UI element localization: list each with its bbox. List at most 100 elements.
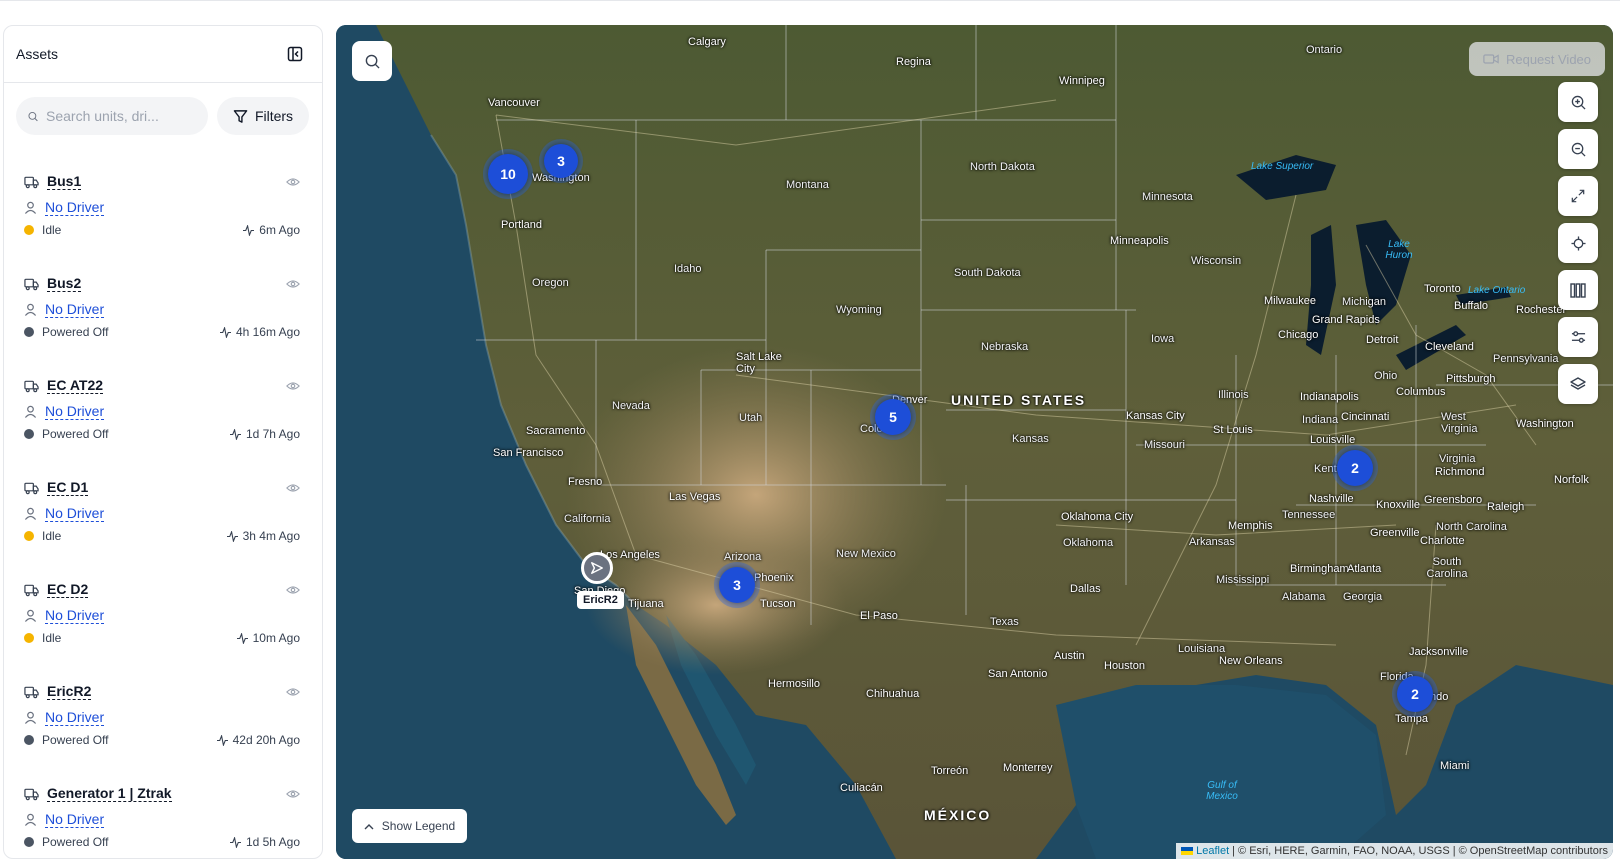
asset-item[interactable]: Bus2 No Driver Powered Off 4h 16m Ago (4, 261, 322, 363)
truck-icon (24, 686, 39, 698)
map-label-nebraska: Nebraska (981, 341, 1029, 353)
user-icon (24, 813, 37, 826)
request-video-label: Request Video (1505, 51, 1592, 67)
map-label-miami: Miami (1440, 760, 1470, 772)
map-label-tennessee: Tennessee (1282, 509, 1336, 521)
request-video-button[interactable]: Request Video (1469, 42, 1605, 76)
cluster-marker[interactable]: 2 (1332, 445, 1378, 491)
asset-name[interactable]: Bus1 (47, 173, 82, 190)
cluster-count[interactable]: 5 (875, 399, 911, 435)
asset-search-input[interactable] (46, 108, 196, 124)
cluster-count[interactable]: 3 (544, 144, 578, 178)
asset-name[interactable]: Bus2 (47, 275, 82, 292)
satellite-basemap (336, 25, 1613, 859)
truck-icon (24, 584, 39, 596)
collapse-sidebar-icon[interactable] (286, 45, 304, 63)
zoom-in-button[interactable] (1558, 82, 1598, 122)
asset-name[interactable]: EC D1 (47, 479, 89, 496)
status-dot (24, 531, 34, 541)
map-label-grand-rapids: Grand Rapids (1312, 314, 1380, 326)
fullscreen-button[interactable] (1558, 176, 1598, 216)
eye-icon[interactable] (286, 279, 300, 289)
eye-icon[interactable] (286, 381, 300, 391)
cluster-count[interactable]: 3 (719, 567, 755, 603)
map-label-ontario: Ontario (1306, 44, 1343, 56)
map-label-wyoming: Wyoming (836, 304, 882, 316)
cluster-marker[interactable]: 3 (714, 562, 760, 608)
asset-driver-link[interactable]: No Driver (45, 607, 105, 624)
map-label-phoenix: Phoenix (754, 572, 794, 584)
zoom-in-icon (1571, 95, 1586, 110)
map-label-ohio: Ohio (1374, 370, 1398, 382)
video-camera-icon (1483, 54, 1499, 64)
eye-icon[interactable] (286, 585, 300, 595)
map-label-oklahoma-city: Oklahoma City (1061, 511, 1134, 523)
asset-search-box[interactable] (16, 97, 208, 135)
asset-driver-link[interactable]: No Driver (45, 301, 105, 318)
asset-item[interactable]: EC D1 No Driver Idle 3h 4m Ago (4, 465, 322, 567)
layers-button[interactable] (1558, 364, 1598, 404)
map-view[interactable]: Calgary Regina Winnipeg Ontario Vancouve… (336, 25, 1613, 859)
cluster-count[interactable]: 2 (1397, 676, 1433, 712)
cluster-count[interactable]: 2 (1337, 450, 1373, 486)
status-dot (24, 633, 34, 643)
asset-item[interactable]: EC AT22 No Driver Powered Off 1d 7h Ago (4, 363, 322, 465)
eye-icon[interactable] (286, 177, 300, 187)
filters-button[interactable]: Filters (217, 97, 309, 135)
asset-item[interactable]: Generator 1 | Ztrak No Driver Powered Of… (4, 771, 322, 858)
map-label-mexico: MÉXICO (924, 807, 992, 823)
map-search-button[interactable] (352, 41, 392, 81)
map-label-alabama: Alabama (1282, 591, 1326, 603)
map-settings-button[interactable] (1558, 317, 1598, 357)
map-label-chihuahua: Chihuahua (866, 688, 920, 700)
map-style-icon (1570, 282, 1586, 298)
map-label-vancouver: Vancouver (488, 97, 540, 109)
filters-label: Filters (254, 108, 294, 124)
asset-name[interactable]: EC D2 (47, 581, 89, 598)
cluster-count[interactable]: 10 (488, 154, 528, 194)
map-label-greenville: Greenville (1370, 527, 1420, 539)
cluster-marker[interactable]: 5 (870, 394, 916, 440)
cluster-marker[interactable]: 2 (1392, 671, 1438, 717)
map-style-button[interactable] (1558, 270, 1598, 310)
asset-name[interactable]: EricR2 (47, 683, 92, 700)
asset-name[interactable]: EC AT22 (47, 377, 104, 394)
leaflet-link[interactable]: Leaflet (1196, 845, 1229, 857)
map-label-lake-ontario: Lake Ontario (1468, 285, 1526, 296)
zoom-out-button[interactable] (1558, 129, 1598, 169)
asset-item[interactable]: EricR2 No Driver Powered Off 42d 20h Ago (4, 669, 322, 771)
map-label-nevada: Nevada (612, 400, 650, 412)
activity-icon (216, 734, 228, 746)
map-label-columbus: Columbus (1396, 386, 1446, 398)
eye-icon[interactable] (286, 687, 300, 697)
asset-driver-link[interactable]: No Driver (45, 709, 105, 726)
map-label-richmond: Richmond (1435, 466, 1485, 478)
asset-item[interactable]: EC D2 No Driver Idle 10m Ago (4, 567, 322, 669)
show-legend-button[interactable]: Show Legend (352, 809, 467, 843)
map-label-sacramento: Sacramento (526, 425, 586, 437)
eye-icon[interactable] (286, 789, 300, 799)
user-icon (24, 609, 37, 622)
map-label-michigan: Michigan (1342, 296, 1387, 308)
map-label-west-virginia: West Virginia (1441, 411, 1478, 435)
cluster-marker[interactable]: 3 (539, 139, 583, 183)
sidebar-title: Assets (16, 46, 59, 62)
map-label-winnipeg: Winnipeg (1059, 75, 1105, 87)
cluster-marker[interactable]: 10 (483, 149, 533, 199)
map-label-wisconsin: Wisconsin (1191, 255, 1242, 267)
eye-icon[interactable] (286, 483, 300, 493)
map-label-north-dakota: North Dakota (970, 161, 1035, 173)
asset-item[interactable]: Bus1 No Driver Idle 6m Ago (4, 159, 322, 261)
vehicle-marker[interactable] (581, 552, 613, 584)
vehicle-label[interactable]: EricR2 (577, 591, 624, 609)
map-label-kansas-city: Kansas City (1126, 410, 1185, 422)
locate-button[interactable] (1558, 223, 1598, 263)
truck-icon (24, 176, 39, 188)
asset-driver-link[interactable]: No Driver (45, 811, 105, 828)
asset-driver-link[interactable]: No Driver (45, 505, 105, 522)
chevron-up-icon (364, 823, 374, 829)
map-label-norfolk: Norfolk (1554, 474, 1589, 486)
asset-name[interactable]: Generator 1 | Ztrak (47, 785, 172, 802)
asset-driver-link[interactable]: No Driver (45, 403, 105, 420)
asset-driver-link[interactable]: No Driver (45, 199, 105, 216)
